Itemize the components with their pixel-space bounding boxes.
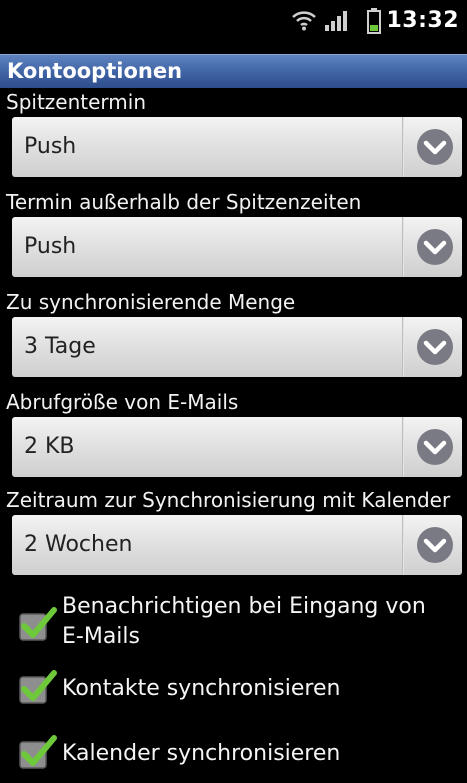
checkbox-label: Benachrichtigen bei Eingang von E-Mails <box>62 594 426 649</box>
setting-label-calendar-period: Zeitraum zur Synchronisierung mit Kalend… <box>6 488 451 512</box>
chevron-down-icon[interactable] <box>416 526 454 564</box>
dropdown-calendar-period[interactable]: 2 Wochen <box>12 515 462 575</box>
dropdown-value: 2 Wochen <box>24 532 133 557</box>
checkbox-label: Kontakte synchronisieren <box>62 676 341 701</box>
setting-label-email-size: Abrufgröße von E-Mails <box>6 390 239 414</box>
dropdown-divider <box>402 515 404 575</box>
checkbox-row-email-notify[interactable]: Benachrichtigen bei Eingang von E-Mails <box>18 590 458 660</box>
chevron-down-icon[interactable] <box>416 128 454 166</box>
dropdown-sync-amount[interactable]: 3 Tage <box>12 317 462 377</box>
dropdown-divider <box>402 417 404 477</box>
signal-icon <box>325 11 347 31</box>
checkbox-row-contacts-sync[interactable]: Kontakte synchronisieren <box>18 665 458 715</box>
chevron-down-icon[interactable] <box>416 228 454 266</box>
checkbox-checked-icon[interactable] <box>18 604 58 644</box>
dropdown-offpeak[interactable]: Push <box>12 217 462 277</box>
status-bar: 13:32 <box>0 0 467 44</box>
dropdown-value: Push <box>24 134 77 159</box>
checkbox-checked-icon[interactable] <box>18 732 58 772</box>
dropdown-divider <box>402 317 404 377</box>
title-bar: Kontooptionen <box>0 54 467 88</box>
dropdown-value: Push <box>24 234 77 259</box>
dropdown-divider <box>402 217 404 277</box>
setting-label-offpeak: Termin außerhalb der Spitzenzeiten <box>6 190 362 214</box>
status-time: 13:32 <box>386 8 459 33</box>
checkbox-row-calendar-sync[interactable]: Kalender synchronisieren <box>18 730 458 780</box>
setting-label-sync-amount: Zu synchronisierende Menge <box>6 290 296 314</box>
dropdown-email-size[interactable]: 2 KB <box>12 417 462 477</box>
chevron-down-icon[interactable] <box>416 428 454 466</box>
wifi-icon <box>292 11 316 31</box>
checkbox-label: Kalender synchronisieren <box>62 741 341 766</box>
dropdown-value: 3 Tage <box>24 334 96 359</box>
dropdown-value: 2 KB <box>24 434 75 459</box>
chevron-down-icon[interactable] <box>416 328 454 366</box>
dropdown-divider <box>402 117 404 177</box>
setting-label-spitzentermin: Spitzentermin <box>6 90 146 114</box>
dropdown-spitzentermin[interactable]: Push <box>12 117 462 177</box>
battery-icon <box>367 8 381 34</box>
page-title: Kontooptionen <box>7 59 183 83</box>
checkbox-checked-icon[interactable] <box>18 667 58 707</box>
